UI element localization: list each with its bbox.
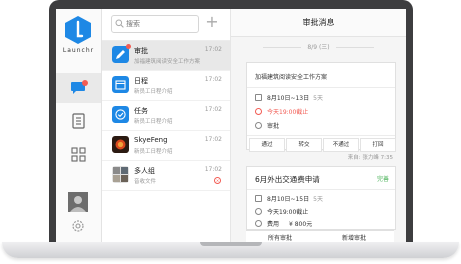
- app-window: Launchr 搜索 + 审批 加福建筑阅读安全工作方案 17:02 日程 新员…: [56, 9, 406, 242]
- user-avatar: [112, 136, 129, 153]
- calendar-small-icon: [255, 94, 262, 101]
- travel-expense-card[interactable]: 6月外出交通费申请 完善 8月10日~15日 5天 今天19:00截止 费用 ¥ 8…: [246, 166, 396, 230]
- approval-card[interactable]: 加福建筑阅读安全工作方案 8月10日~13日 5天 今天19:00截止 审批 通过…: [246, 62, 396, 153]
- nav-contacts[interactable]: [56, 106, 101, 136]
- item-subtitle: 新员工日程介绍: [134, 119, 173, 125]
- send-failed-icon: ×: [214, 177, 221, 184]
- deadline-row: 今天19:00截止: [255, 207, 308, 216]
- deadline-text: 今天19:00截止: [267, 109, 309, 116]
- nav-apps[interactable]: [56, 139, 101, 169]
- status-badge: 完善: [376, 176, 389, 183]
- duration: 5天: [313, 196, 323, 203]
- search-icon: [115, 19, 124, 28]
- clock-icon: [255, 208, 262, 215]
- tag-icon: [255, 122, 262, 129]
- item-time: 17:02: [204, 46, 222, 53]
- fee-value: ¥ 800元: [289, 221, 313, 228]
- item-time: 17:02: [204, 106, 222, 113]
- search-input[interactable]: [126, 17, 194, 30]
- detail-title: 审批消息: [231, 9, 406, 37]
- date-row: 8月10日~13日 5天: [255, 93, 323, 102]
- calendar-icon: [112, 76, 129, 93]
- search-box[interactable]: [111, 15, 199, 33]
- laptop-notch: [200, 242, 262, 246]
- unread-badge: [82, 80, 88, 86]
- item-title: 审批: [134, 47, 148, 55]
- nav-sidebar: Launchr: [56, 9, 102, 242]
- divider: [247, 87, 395, 88]
- item-time: 17:02: [204, 76, 222, 83]
- card-title: 加福建筑阅读安全工作方案: [255, 74, 328, 81]
- brand-name: Launchr: [62, 47, 95, 54]
- fee-label: 费用: [267, 221, 280, 228]
- all-approvals-button[interactable]: 所有审批: [268, 233, 292, 242]
- settings-gear-icon[interactable]: [70, 218, 86, 234]
- deadline-row: 今天19:00截止: [255, 107, 308, 116]
- approval-type: 审批: [267, 123, 280, 130]
- card-title: 6月外出交通费申请: [255, 175, 320, 184]
- apps-grid-icon: [71, 147, 86, 162]
- divider: [247, 189, 395, 190]
- item-time: 17:02: [204, 166, 222, 173]
- deadline-text: 今天19:00截止: [267, 209, 309, 216]
- check-icon: [112, 106, 129, 123]
- list-item-schedule[interactable]: 日程 新员工日程介绍 17:02: [102, 71, 230, 101]
- item-subtitle: 新员工日程介绍: [134, 89, 173, 95]
- item-subtitle: 新员工日程介绍: [134, 149, 173, 155]
- approve-button[interactable]: 通过: [249, 138, 285, 152]
- approval-note: 来自: 张力峰 7:35: [347, 155, 393, 161]
- date-row: 8月10日~15日 5天: [255, 194, 323, 203]
- return-button[interactable]: 打回: [360, 138, 396, 152]
- list-item-task[interactable]: 任务 新员工日程介绍 17:02: [102, 101, 230, 131]
- group-avatar: [112, 166, 129, 183]
- add-conversation-button[interactable]: +: [204, 13, 220, 31]
- detail-footer: 所有审批 新增审批: [246, 230, 394, 242]
- user-photo-icon: [68, 192, 88, 212]
- date-separator: 8/9 (三): [231, 42, 406, 51]
- item-title: SkyeFeng: [134, 136, 168, 144]
- item-time: 17:02: [204, 136, 222, 143]
- item-title: 日程: [134, 77, 148, 85]
- reject-button[interactable]: 不通过: [323, 138, 359, 152]
- calendar-small-icon: [255, 195, 262, 202]
- forward-button[interactable]: 转交: [286, 138, 322, 152]
- duration: 5天: [313, 95, 323, 102]
- type-row: 审批: [255, 121, 279, 130]
- my-avatar[interactable]: [68, 192, 88, 212]
- list-item-group[interactable]: 多人组 音收文件 17:02 ×: [102, 161, 230, 191]
- list-item-skyefeng[interactable]: SkyeFeng 新员工日程介绍 17:02: [102, 131, 230, 161]
- unread-dot: [126, 44, 131, 49]
- fee-row: 费用 ¥ 800元: [255, 219, 312, 228]
- list-item-approval[interactable]: 审批 加福建筑阅读安全工作方案 17:02: [102, 41, 230, 71]
- item-subtitle: 音收文件: [134, 179, 157, 185]
- contacts-icon: [72, 113, 85, 129]
- action-bar: 通过 转交 不通过 打回: [247, 135, 396, 153]
- date-range: 8月10日~13日: [267, 95, 310, 102]
- new-approval-button[interactable]: 新增审批: [342, 233, 366, 242]
- launchr-logo: [65, 16, 91, 44]
- conversation-list: + 审批 加福建筑阅读安全工作方案 17:02 日程 新员工日程介: [102, 9, 231, 242]
- item-title: 多人组: [134, 167, 155, 175]
- nav-messages[interactable]: [56, 73, 101, 103]
- clock-icon: [255, 108, 262, 115]
- detail-panel: 审批消息 8/9 (三) 加福建筑阅读安全工作方案 8月10日~13日 5天 今天…: [231, 9, 406, 242]
- item-subtitle: 加福建筑阅读安全工作方案: [134, 59, 201, 65]
- date-range: 8月10日~15日: [267, 196, 310, 203]
- tag-icon: [255, 220, 262, 227]
- conversation-items: 审批 加福建筑阅读安全工作方案 17:02 日程 新员工日程介绍 17:02 任…: [102, 40, 230, 191]
- item-title: 任务: [134, 107, 148, 115]
